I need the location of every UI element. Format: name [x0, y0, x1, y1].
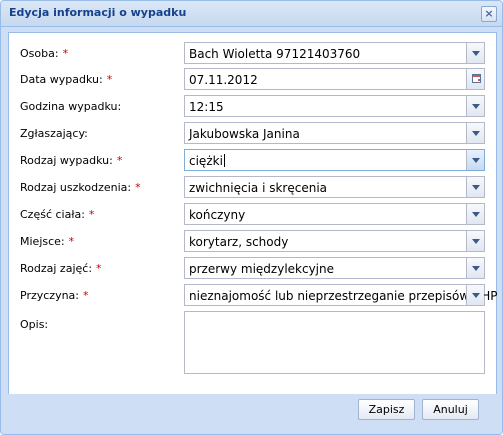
required-mark: * — [116, 154, 123, 167]
zglaszajacy-combo[interactable]: Jakubowska Janina — [184, 122, 485, 144]
rodzaj-uszkodzenia-dropdown-trigger[interactable] — [466, 177, 484, 197]
rodzaj-wypadku-dropdown-trigger[interactable] — [466, 150, 484, 170]
zglaszajacy-dropdown-trigger[interactable] — [466, 123, 484, 143]
chevron-down-icon — [472, 266, 480, 271]
rodzaj-wypadku-combo[interactable]: ciężki — [184, 149, 485, 171]
przyczyna-value: nieznajomość lub nieprzestrzeganie przep… — [189, 289, 498, 303]
przyczyna-label: Przyczyna: * — [20, 289, 89, 302]
required-mark: * — [68, 235, 75, 248]
dialog-title: Edycja informacji o wypadku — [9, 6, 187, 19]
row-przyczyna: Przyczyna: * nieznajomość lub nieprzestrz… — [9, 284, 497, 306]
row-czesc-ciala: Część ciała: * kończyny — [9, 203, 496, 225]
close-icon[interactable]: × — [481, 6, 497, 22]
form-panel: Osoba: * Bach Wioletta 97121403760 Data w… — [8, 32, 497, 395]
required-mark: * — [83, 289, 89, 302]
chevron-down-icon — [472, 239, 480, 244]
miejsce-label: Miejsce: * — [20, 235, 75, 248]
save-button[interactable]: Zapisz — [358, 399, 415, 420]
rodzaj-zajec-combo[interactable]: przerwy międzylekcyjne — [184, 257, 485, 279]
data-wypadku-label: Data wypadku: * — [20, 73, 113, 86]
rodzaj-uszkodzenia-label: Rodzaj uszkodzenia: * — [20, 181, 141, 194]
chevron-down-icon — [472, 185, 480, 190]
osoba-combo[interactable]: Bach Wioletta 97121403760 — [184, 42, 485, 64]
zglaszajacy-label: Zgłaszający: — [20, 127, 88, 140]
godzina-dropdown-trigger[interactable] — [466, 96, 484, 116]
czesc-ciala-label: Część ciała: * — [20, 208, 95, 221]
row-rodzaj-zajec: Rodzaj zajęć: * przerwy międzylekcyjne — [9, 257, 496, 279]
osoba-dropdown-trigger[interactable] — [466, 43, 484, 63]
chevron-down-icon — [472, 51, 480, 56]
czesc-ciala-dropdown-trigger[interactable] — [466, 204, 484, 224]
required-mark: * — [62, 47, 69, 60]
required-mark: * — [135, 181, 141, 194]
czesc-ciala-value: kończyny — [189, 208, 246, 222]
rodzaj-wypadku-label: Rodzaj wypadku: * — [20, 154, 123, 167]
chevron-down-icon — [472, 293, 480, 298]
godzina-label: Godzina wypadku: — [20, 100, 122, 113]
godzina-value: 12:15 — [189, 100, 224, 114]
godzina-combo[interactable]: 12:15 — [184, 95, 485, 117]
przyczyna-combo[interactable]: nieznajomość lub nieprzestrzeganie przep… — [184, 284, 497, 306]
chevron-down-icon — [472, 158, 480, 163]
row-rodzaj-uszkodzenia: Rodzaj uszkodzenia: * zwichnięcia i skręc… — [9, 176, 496, 198]
accident-edit-dialog: Edycja informacji o wypadku × Osoba: * Ba… — [0, 0, 503, 435]
przyczyna-dropdown-trigger[interactable] — [466, 285, 484, 305]
required-mark: * — [106, 73, 113, 86]
date-picker-trigger[interactable] — [466, 69, 484, 89]
required-mark: * — [88, 208, 95, 221]
opis-textarea[interactable] — [184, 311, 485, 374]
miejsce-dropdown-trigger[interactable] — [466, 231, 484, 251]
row-rodzaj-wypadku: Rodzaj wypadku: * ciężki — [9, 149, 496, 171]
required-mark: * — [96, 262, 102, 275]
chevron-down-icon — [472, 212, 480, 217]
row-godzina: Godzina wypadku: 12:15 — [9, 95, 496, 117]
cancel-button[interactable]: Anuluj — [422, 399, 479, 420]
rodzaj-wypadku-value: ciężki — [189, 154, 225, 168]
czesc-ciala-combo[interactable]: kończyny — [184, 203, 485, 225]
rodzaj-zajec-dropdown-trigger[interactable] — [466, 258, 484, 278]
row-data-wypadku: Data wypadku: * 07.11.2012 — [9, 68, 496, 90]
osoba-value: Bach Wioletta 97121403760 — [189, 47, 361, 61]
miejsce-combo[interactable]: korytarz, schody — [184, 230, 485, 252]
opis-label: Opis: — [20, 318, 49, 331]
row-zglaszajacy: Zgłaszający: Jakubowska Janina — [9, 122, 496, 144]
chevron-down-icon — [472, 131, 480, 136]
data-wypadku-value: 07.11.2012 — [189, 73, 258, 87]
data-wypadku-date-field[interactable]: 07.11.2012 — [184, 68, 485, 90]
miejsce-value: korytarz, schody — [189, 235, 289, 249]
calendar-icon — [472, 74, 481, 83]
zglaszajacy-value: Jakubowska Janina — [189, 127, 300, 141]
row-osoba: Osoba: * Bach Wioletta 97121403760 — [9, 42, 496, 64]
rodzaj-uszkodzenia-value: zwichnięcia i skręcenia — [189, 181, 328, 195]
text-cursor — [223, 154, 225, 167]
row-miejsce: Miejsce: * korytarz, schody — [9, 230, 496, 252]
dialog-titlebar[interactable]: Edycja informacji o wypadku × — [1, 1, 502, 27]
rodzaj-zajec-label: Rodzaj zajęć: * — [20, 262, 102, 275]
rodzaj-uszkodzenia-combo[interactable]: zwichnięcia i skręcenia — [184, 176, 485, 198]
chevron-down-icon — [472, 104, 480, 109]
osoba-label: Osoba: * — [20, 47, 69, 60]
dialog-footer: Zapisz Anuluj — [1, 394, 502, 434]
rodzaj-zajec-value: przerwy międzylekcyjne — [189, 262, 335, 276]
